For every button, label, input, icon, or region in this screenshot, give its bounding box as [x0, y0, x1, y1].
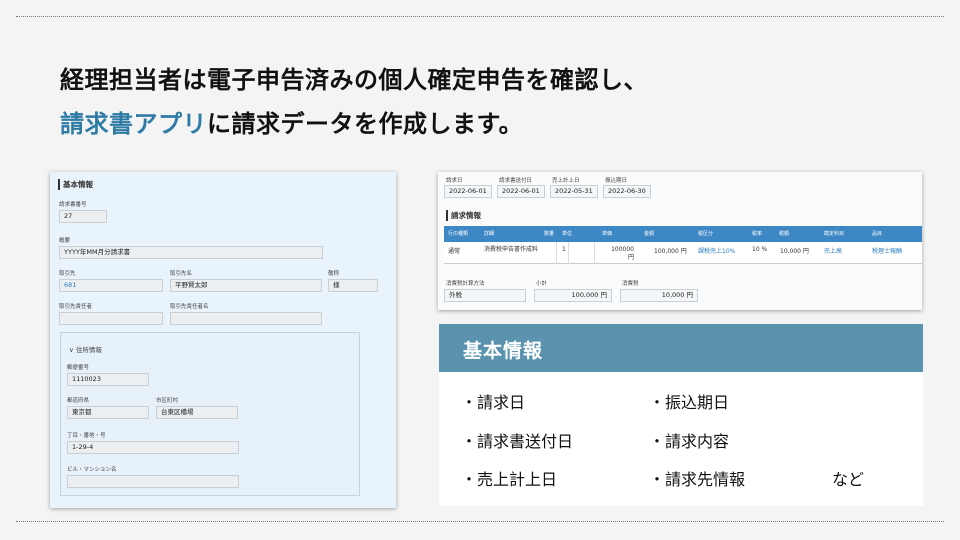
cell-tax-amount: 10,000 円: [780, 248, 809, 255]
client-code-field[interactable]: 681: [59, 279, 163, 292]
col-type: 行の種類: [448, 231, 469, 237]
col-qty: 数量: [544, 231, 555, 237]
honorific-label: 敬称: [328, 271, 340, 277]
card-item-billing-date: ・請求日: [461, 393, 526, 412]
subtotal-label: 小計: [536, 281, 548, 287]
invoice-table-header: 行の種類 詳細 数量 単位 単価 金額 税区分 税率 税額 勘定科目 品目: [444, 226, 922, 242]
col-tax-class: 税区分: [698, 231, 714, 237]
invoice-no-field[interactable]: 27: [59, 210, 107, 223]
postal-label: 郵便番号: [67, 365, 90, 371]
summary-label: 概要: [59, 238, 71, 244]
basic-info-form: 基本情報 請求書番号 27 概要 YYYY年MM月分請求書 取引先 681 取引…: [50, 172, 396, 508]
address-section-toggle[interactable]: ∨ 住所情報: [69, 344, 102, 354]
cell-qty: 1: [562, 246, 566, 253]
contact-label: 取引先責任者: [59, 304, 93, 310]
calc-method-label: 消費税計算方法: [446, 281, 485, 287]
col-tax-rate: 税率: [752, 231, 763, 237]
col-tax-amount: 税額: [779, 231, 790, 237]
contact-field[interactable]: [59, 312, 163, 325]
col-unit: 単位: [562, 231, 573, 237]
date-label-due: 振込期日: [605, 178, 628, 184]
invoice-info-form: 請求日 2022-06-01 請求書送付日 2022-06-01 売上計上日 2…: [438, 172, 922, 310]
bottom-divider: [16, 521, 944, 522]
card-item-due-date: ・振込期日: [649, 393, 730, 412]
date-field-sales[interactable]: 2022-05-31: [550, 185, 598, 198]
col-item: 品目: [872, 231, 883, 237]
subtotal-field[interactable]: 100,000 円: [534, 289, 612, 302]
calc-method-field[interactable]: 外税: [444, 289, 526, 302]
card-item-content: ・請求内容: [649, 432, 730, 451]
basic-info-card: 基本情報 ・請求日 ・振込期日 ・請求書送付日 ・請求内容 ・売上計上日 ・請求…: [439, 324, 923, 506]
prefecture-label: 都道府県: [67, 398, 90, 404]
cell-tax-rate: 10 %: [752, 246, 768, 253]
tax-label: 消費税: [622, 281, 639, 287]
col-amount: 金額: [644, 231, 655, 237]
cell-item[interactable]: 税理士報酬: [872, 246, 902, 255]
address-section: ∨ 住所情報 郵便番号 1110023 都道府県 東京都 市区町村 台東区橋場 …: [60, 332, 360, 496]
cell-tax-class[interactable]: 課税売上10%: [698, 246, 735, 255]
col-unit-price: 単価: [602, 231, 613, 237]
date-field-billing[interactable]: 2022-06-01: [444, 185, 492, 198]
col-account: 勘定科目: [824, 231, 845, 237]
card-header: 基本情報: [439, 324, 923, 372]
slide-title-line-2: 請求書アプリに請求データを作成します。: [60, 104, 523, 139]
cell-account[interactable]: 売上高: [824, 246, 842, 255]
honorific-field[interactable]: 様: [328, 279, 378, 292]
card-title: 基本情報: [463, 340, 544, 362]
card-item-client-info: ・請求先情報: [649, 470, 746, 489]
date-label-send: 請求書送付日: [499, 178, 533, 184]
postal-field[interactable]: 1110023: [67, 373, 149, 386]
building-label: ビル・マンション名: [67, 467, 117, 473]
card-item-etc: など: [832, 470, 865, 489]
invoice-no-label: 請求書番号: [59, 202, 87, 208]
slide-title-line-1: 経理担当者は電子申告済みの個人確定申告を確認し、: [60, 66, 648, 94]
street-field[interactable]: 1-29-4: [67, 441, 239, 454]
client-name-label: 取引先名: [170, 271, 193, 277]
date-label-sales: 売上計上日: [552, 178, 580, 184]
street-label: 丁目・番地・号: [67, 433, 106, 439]
form-section-title: 基本情報: [58, 179, 93, 190]
top-divider: [16, 16, 944, 17]
date-field-send[interactable]: 2022-06-01: [497, 185, 545, 198]
date-label-billing: 請求日: [446, 178, 463, 184]
cell-detail: 消費税申告書作成料: [484, 246, 539, 253]
city-field[interactable]: 台東区橋場: [156, 406, 238, 419]
date-field-due[interactable]: 2022-06-30: [603, 185, 651, 198]
tax-field[interactable]: 10,000 円: [620, 289, 698, 302]
invoice-section-title: 請求情報: [446, 210, 481, 221]
contact-name-field[interactable]: [170, 312, 322, 325]
cell-unit-price: 100000 円: [611, 246, 634, 261]
card-item-sales-date: ・売上計上日: [461, 470, 558, 489]
app-name-highlight: 請求書アプリ: [60, 110, 207, 138]
client-code-label: 取引先: [59, 271, 76, 277]
summary-field[interactable]: YYYY年MM月分請求書: [59, 246, 323, 259]
col-detail: 詳細: [484, 231, 495, 237]
prefecture-field[interactable]: 東京都: [67, 406, 149, 419]
cell-amount: 100,000 円: [654, 248, 687, 255]
cell-type: 通常: [448, 248, 461, 255]
title-line-2-text: に請求データを作成します。: [207, 110, 524, 138]
contact-name-label: 取引先責任者名: [170, 304, 209, 310]
client-name-field[interactable]: 平野賢太郎: [170, 279, 322, 292]
city-label: 市区町村: [156, 398, 179, 404]
card-item-send-date: ・請求書送付日: [461, 432, 574, 451]
building-field[interactable]: [67, 475, 239, 488]
table-row[interactable]: 通常 消費税申告書作成料 1 100000 円 100,000 円 課税売上10…: [444, 242, 922, 264]
